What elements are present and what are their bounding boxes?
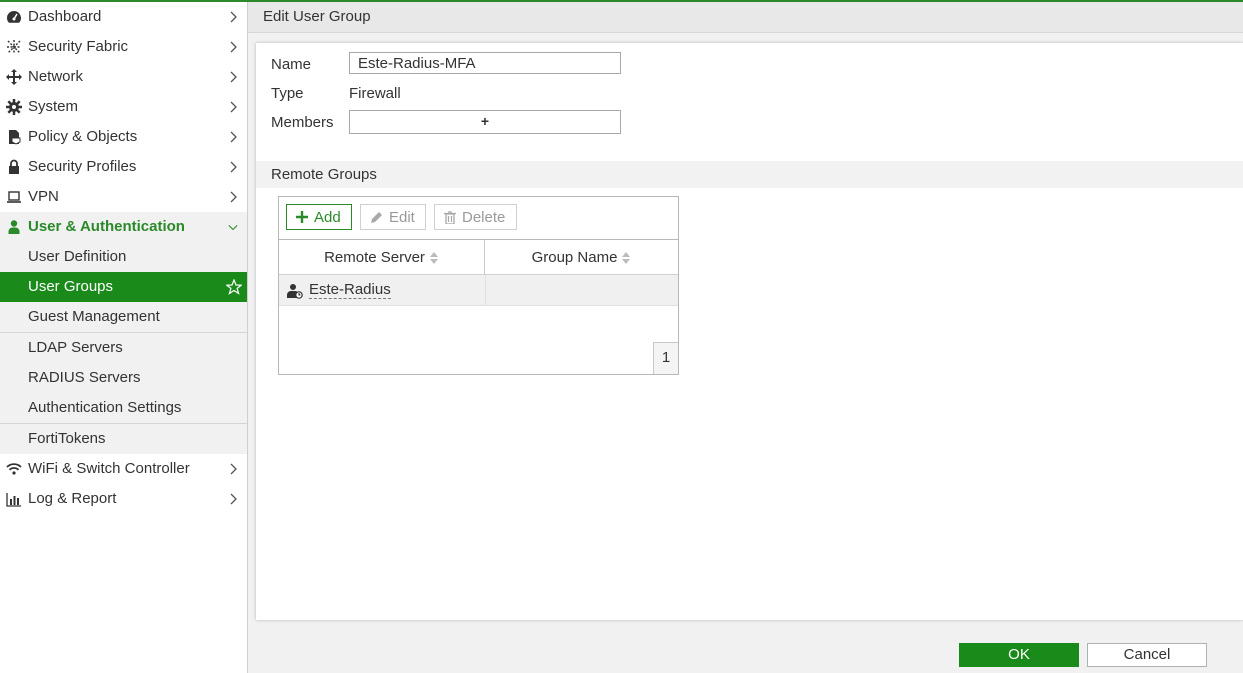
sidebar-item-label: Security Profiles bbox=[28, 158, 137, 175]
remote-groups-title: Remote Groups bbox=[271, 166, 377, 183]
delete-button[interactable]: Delete bbox=[434, 204, 517, 230]
sidebar-item-label: VPN bbox=[28, 188, 59, 205]
sort-icon bbox=[429, 251, 438, 264]
chevron-down-icon bbox=[228, 224, 238, 231]
sidebar-item-label: Network bbox=[28, 68, 84, 85]
laptop-icon bbox=[7, 191, 21, 203]
sidebar-item-radius-servers[interactable]: RADIUS Servers bbox=[0, 363, 247, 393]
ok-button[interactable]: OK bbox=[959, 643, 1079, 667]
remote-server-cell[interactable]: Este-Radius bbox=[309, 282, 391, 299]
chevron-right-icon bbox=[230, 191, 237, 203]
policy-icon bbox=[9, 130, 21, 145]
dashboard-icon bbox=[7, 11, 21, 23]
sidebar-item-wifi-switch-controller[interactable]: WiFi & Switch Controller bbox=[0, 454, 247, 484]
add-button-label: Add bbox=[314, 208, 341, 226]
chevron-right-icon bbox=[230, 493, 237, 505]
remote-groups-table: Add Edit Delete Remote Server Group Name… bbox=[278, 196, 679, 375]
type-label: Type bbox=[271, 85, 304, 102]
sidebar-item-label: System bbox=[28, 98, 79, 115]
sidebar-item-user-definition[interactable]: User Definition bbox=[0, 242, 247, 272]
column-header-label: Group Name bbox=[531, 249, 618, 266]
page-header: Edit User Group bbox=[248, 2, 1243, 33]
remote-groups-section-header: Remote Groups bbox=[256, 161, 1243, 188]
name-label: Name bbox=[271, 56, 312, 73]
network-icon bbox=[6, 69, 22, 85]
sidebar-item-label: Security Fabric bbox=[28, 38, 129, 55]
sidebar-item-label: Log & Report bbox=[28, 490, 117, 507]
sidebar-item-label: Dashboard bbox=[28, 8, 102, 25]
sidebar-item-log-report[interactable]: Log & Report bbox=[0, 484, 247, 514]
sidebar-item-security-fabric[interactable]: Security Fabric bbox=[0, 32, 247, 62]
chevron-right-icon bbox=[230, 41, 237, 53]
column-remote-server[interactable]: Remote Server bbox=[279, 240, 485, 275]
sidebar-item-user-groups[interactable]: User Groups bbox=[0, 272, 247, 302]
edit-button-label: Edit bbox=[389, 208, 415, 226]
column-header-label: Remote Server bbox=[324, 249, 425, 266]
sidebar-item-label: User Definition bbox=[28, 248, 127, 265]
sidebar-item-label: Guest Management bbox=[28, 308, 160, 325]
sidebar-item-label: User Groups bbox=[28, 278, 114, 295]
chevron-right-icon bbox=[230, 11, 237, 23]
members-label: Members bbox=[271, 114, 334, 131]
chevron-right-icon bbox=[230, 101, 237, 113]
chevron-right-icon bbox=[230, 161, 237, 173]
sidebar-item-label: LDAP Servers bbox=[28, 339, 123, 356]
sidebar-item-vpn[interactable]: VPN bbox=[0, 182, 247, 212]
sidebar-item-user-authentication[interactable]: User & Authentication bbox=[0, 212, 247, 242]
gear-icon bbox=[6, 99, 22, 115]
sidebar: Dashboard Security Fabric Network System… bbox=[0, 2, 248, 673]
sort-icon bbox=[622, 251, 631, 264]
chevron-right-icon bbox=[230, 463, 237, 475]
sidebar-item-system[interactable]: System bbox=[0, 92, 247, 122]
sidebar-item-label: Authentication Settings bbox=[28, 399, 182, 416]
page-title: Edit User Group bbox=[263, 8, 371, 25]
delete-button-label: Delete bbox=[462, 208, 506, 226]
plus-icon bbox=[296, 211, 308, 223]
sidebar-item-label: WiFi & Switch Controller bbox=[28, 460, 190, 477]
sidebar-item-guest-management[interactable]: Guest Management bbox=[0, 302, 247, 332]
members-field[interactable]: + bbox=[349, 110, 621, 134]
security-fabric-icon bbox=[7, 40, 21, 54]
sidebar-item-label: User & Authentication bbox=[28, 218, 185, 235]
sidebar-item-authentication-settings[interactable]: Authentication Settings bbox=[0, 393, 247, 423]
sidebar-item-policy-objects[interactable]: Policy & Objects bbox=[0, 122, 247, 152]
cancel-button[interactable]: Cancel bbox=[1087, 643, 1207, 667]
name-input[interactable]: Este-Radius-MFA bbox=[349, 52, 621, 74]
sidebar-item-label: Policy & Objects bbox=[28, 128, 138, 145]
add-button[interactable]: Add bbox=[286, 204, 352, 230]
edit-button[interactable]: Edit bbox=[360, 204, 426, 230]
sidebar-item-label: FortiTokens bbox=[28, 430, 106, 447]
sidebar-item-ldap-servers[interactable]: LDAP Servers bbox=[0, 333, 247, 363]
sidebar-item-network[interactable]: Network bbox=[0, 62, 247, 92]
table-row[interactable]: Este-Radius bbox=[279, 275, 678, 306]
name-input-value: Este-Radius-MFA bbox=[358, 55, 476, 72]
column-group-name[interactable]: Group Name bbox=[485, 240, 678, 275]
wifi-icon bbox=[6, 463, 22, 475]
trash-icon bbox=[444, 210, 456, 224]
lock-icon bbox=[9, 159, 19, 174]
sidebar-item-label: RADIUS Servers bbox=[28, 369, 141, 386]
table-header: Remote Server Group Name bbox=[279, 239, 678, 275]
bar-chart-icon bbox=[6, 493, 21, 507]
chevron-right-icon bbox=[230, 71, 237, 83]
page-number[interactable]: 1 bbox=[653, 342, 678, 374]
star-icon[interactable] bbox=[226, 279, 242, 295]
user-icon bbox=[8, 220, 20, 234]
radius-server-icon bbox=[287, 284, 303, 299]
sidebar-item-fortitokens[interactable]: FortiTokens bbox=[0, 424, 247, 454]
chevron-right-icon bbox=[230, 131, 237, 143]
edit-user-group-panel: Name Este-Radius-MFA Type Firewall Membe… bbox=[256, 43, 1243, 620]
sidebar-item-security-profiles[interactable]: Security Profiles bbox=[0, 152, 247, 182]
sidebar-item-dashboard[interactable]: Dashboard bbox=[0, 2, 247, 32]
cell-divider bbox=[485, 275, 486, 305]
pencil-icon bbox=[371, 211, 382, 223]
type-value: Firewall bbox=[349, 85, 401, 102]
add-member-icon[interactable]: + bbox=[350, 111, 620, 133]
